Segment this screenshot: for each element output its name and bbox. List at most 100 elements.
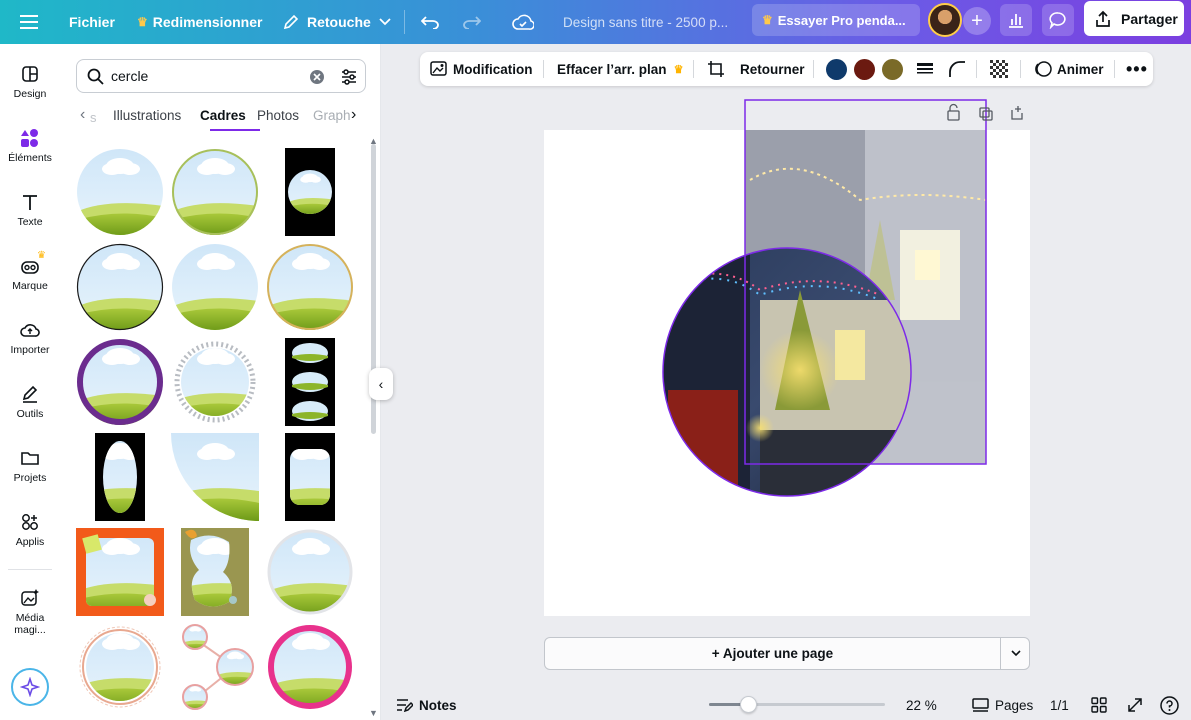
share-button[interactable]: Partager (1084, 1, 1184, 36)
comments-button[interactable] (1042, 4, 1074, 36)
rail-item-text[interactable]: Texte (0, 192, 60, 228)
image-edit-icon (430, 61, 447, 76)
circle-frame-pink-ring[interactable] (266, 623, 354, 711)
more-options-button[interactable]: ••• (1126, 52, 1148, 86)
retouch-menu[interactable]: Retouche (283, 0, 391, 44)
rail-item-tools[interactable]: Outils (0, 384, 60, 420)
add-page-options-button[interactable] (1001, 638, 1030, 669)
circle-frame-floral[interactable] (171, 338, 259, 426)
tab-frames[interactable]: Cadres (200, 108, 246, 123)
color-swatch-olive[interactable] (882, 59, 903, 80)
text-icon (23, 195, 37, 210)
chevron-right-icon[interactable]: › (351, 106, 356, 124)
notes-button[interactable]: Notes (396, 694, 457, 716)
undo-button[interactable] (421, 0, 439, 44)
tab-graphics[interactable]: Graph (313, 108, 351, 123)
edit-image-button[interactable]: Modification (430, 52, 533, 86)
triple-oval-frame[interactable] (266, 338, 354, 426)
zoom-level[interactable]: 22 % (906, 694, 937, 716)
filter-icon[interactable] (340, 68, 358, 86)
sparkle-icon (20, 677, 40, 697)
zoom-slider-handle[interactable] (740, 696, 757, 713)
transparency-button[interactable] (990, 52, 1008, 86)
flip-button[interactable]: Retourner (740, 52, 805, 86)
notes-label: Notes (419, 697, 457, 713)
border-style-button[interactable] (916, 52, 934, 86)
chevron-left-icon[interactable]: ‹ (80, 106, 85, 124)
circle-frame-gold-ring[interactable] (266, 243, 354, 331)
grid-view-icon (1091, 697, 1107, 713)
rail-item-design[interactable]: Design (0, 64, 60, 100)
pencil-icon (283, 14, 299, 30)
animate-button[interactable]: Animer (1034, 52, 1104, 86)
apps-icon (22, 514, 38, 530)
scroll-up-icon[interactable]: ▲ (369, 136, 378, 146)
invite-button[interactable]: + (963, 7, 991, 35)
menu-button[interactable] (20, 0, 38, 44)
corner-rounding-button[interactable] (948, 52, 966, 86)
avatar[interactable] (928, 3, 962, 37)
share-upload-icon (1096, 10, 1110, 27)
tab-illustrations[interactable]: Illustrations (113, 108, 181, 123)
lock-icon[interactable] (947, 103, 960, 121)
circle-frame-black-strip[interactable] (266, 148, 354, 236)
oval-frame-black[interactable] (76, 433, 164, 521)
fullscreen-button[interactable] (1127, 694, 1143, 716)
pages-button[interactable]: Pages (972, 694, 1033, 716)
redo-button[interactable] (463, 0, 481, 44)
remove-background-button[interactable]: Effacer l’arr. plan ♛ (557, 52, 683, 86)
scroll-down-icon[interactable]: ▼ (369, 708, 378, 718)
quarter-circle-frame[interactable] (171, 433, 259, 521)
tab-photos[interactable]: Photos (257, 108, 299, 123)
magic-assistant-button[interactable] (11, 668, 49, 706)
rail-item-apps[interactable]: Applis (0, 512, 60, 548)
ornate-circle-frame[interactable] (76, 623, 164, 711)
remove-bg-label: Effacer l’arr. plan (557, 61, 667, 77)
rail-item-projects[interactable]: Projets (0, 448, 60, 484)
retouch-label: Retouche (307, 14, 371, 30)
active-tab-underline (210, 129, 260, 131)
circle-frame-soft[interactable] (171, 243, 259, 331)
add-page-button[interactable]: + Ajouter une page (545, 638, 1000, 669)
zoom-slider-track[interactable] (709, 696, 885, 713)
file-menu[interactable]: Fichier (69, 0, 115, 44)
triple-circle-chain-frame[interactable] (171, 623, 259, 711)
help-button[interactable] (1160, 694, 1179, 716)
clear-icon[interactable] (309, 69, 325, 85)
circle-frame-black-ring[interactable] (76, 243, 164, 331)
duplicate-icon[interactable] (979, 107, 993, 121)
circle-frame-purple-ring[interactable] (76, 338, 164, 426)
rail-label: Projets (13, 472, 47, 484)
orange-square-frame[interactable] (76, 528, 164, 616)
rail-label: Média magi... (14, 612, 46, 636)
insights-button[interactable] (1000, 4, 1032, 36)
document-title[interactable]: Design sans titre - 2500 p... (563, 0, 728, 44)
rail-item-elements[interactable]: Éléments (0, 128, 60, 164)
chevron-left-icon: ‹ (378, 376, 384, 392)
collapse-panel-button[interactable]: ‹ (369, 368, 393, 400)
animate-label: Animer (1057, 61, 1104, 77)
circle-frame-green-ring[interactable] (171, 148, 259, 236)
olive-blob-frame[interactable] (171, 528, 259, 616)
circle-frame-grey-ring[interactable] (266, 528, 354, 616)
resize-button[interactable]: ♛ Redimensionner (137, 0, 262, 44)
design-page[interactable] (544, 130, 1030, 616)
grid-view-button[interactable] (1091, 694, 1107, 716)
color-swatch-navy[interactable] (826, 59, 847, 80)
top-bar: Fichier ♛ Redimensionner Retouche Design … (0, 0, 1191, 44)
try-pro-button[interactable]: ♛ Essayer Pro penda... (752, 4, 920, 36)
add-icon[interactable] (1011, 106, 1023, 120)
rail-item-brand[interactable]: Marque ♛ (0, 250, 60, 292)
cloud-save-button[interactable] (512, 0, 534, 44)
rounded-rect-frame-black[interactable] (266, 433, 354, 521)
circle-frame-plain[interactable] (76, 148, 164, 236)
search-input[interactable] (111, 68, 301, 84)
color-swatch-maroon[interactable] (854, 59, 875, 80)
rail-label: Texte (17, 216, 43, 228)
crop-icon (708, 61, 724, 77)
layout-icon (22, 66, 38, 82)
tab-faded: s (90, 110, 97, 125)
crop-button[interactable] (707, 52, 725, 86)
rail-item-upload[interactable]: Importer (0, 320, 60, 356)
rail-item-magic-media[interactable]: Média magi... (0, 588, 60, 636)
